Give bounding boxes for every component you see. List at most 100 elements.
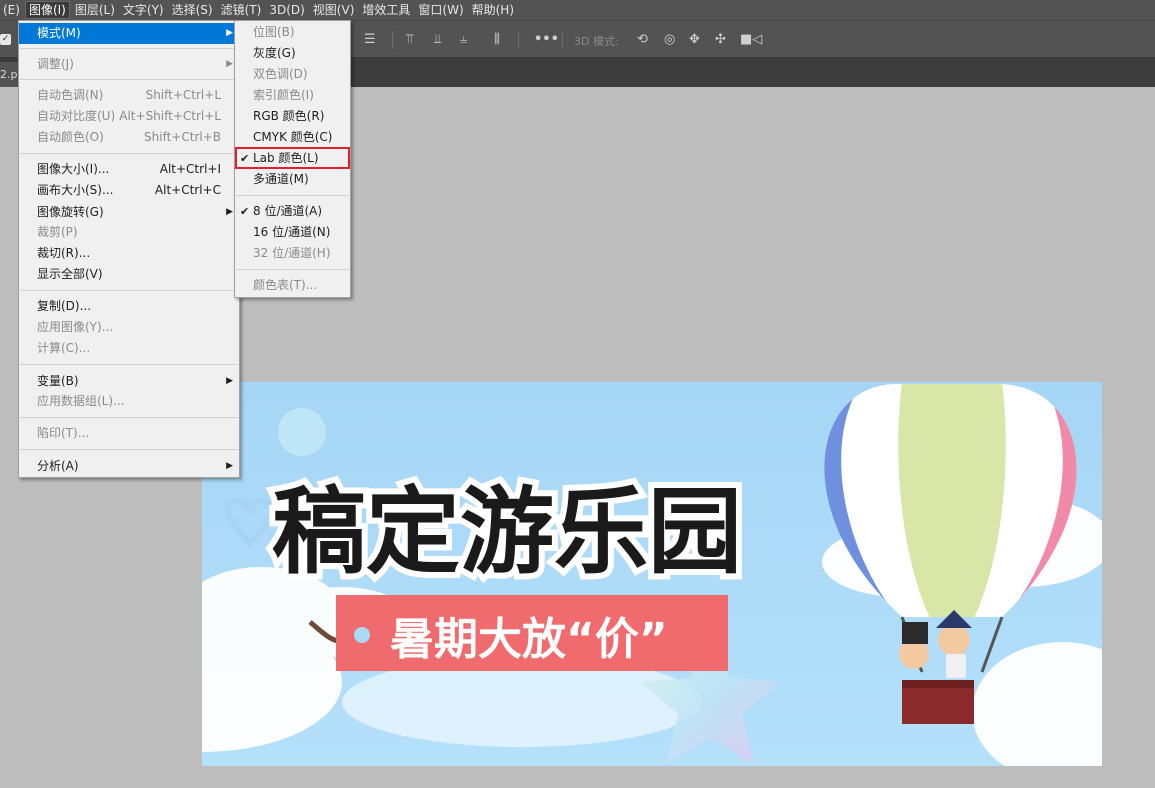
menu-item-shortcut: Alt+Ctrl+C — [154, 183, 221, 197]
roll-icon[interactable]: ◎ — [664, 33, 675, 47]
menu-item-calculations[interactable]: 计算(C)... — [19, 338, 239, 359]
menu-separator — [20, 364, 238, 365]
mode-item-cmyk-color[interactable]: CMYK 颜色(C) — [235, 127, 350, 148]
menu-item-label: 自动对比度(U) — [37, 109, 116, 123]
menu-bar: (E) 图像(I) 图层(L) 文字(Y) 选择(S) 滤镜(T) 3D(D) … — [0, 0, 1155, 20]
menu-item-label: 计算(C)... — [37, 341, 91, 355]
mode-item-rgb-color[interactable]: RGB 颜色(R) — [235, 106, 350, 127]
menu-edit[interactable]: (E) — [0, 1, 23, 19]
align-middle-icon[interactable]: ⫫ — [434, 33, 441, 47]
mode-submenu: 位图(B) 灰度(G) 双色调(D) 索引颜色(I) RGB 颜色(R) CMY… — [234, 20, 351, 298]
mode-item-32-bit[interactable]: 32 位/通道(H) — [235, 243, 350, 264]
menu-item-mode[interactable]: 模式(M) ▶ — [19, 23, 239, 44]
menu-item-reveal-all[interactable]: 显示全部(V) — [19, 264, 239, 285]
mode-item-8-bit[interactable]: ✔ 8 位/通道(A) — [235, 201, 350, 222]
menu-item-label: 画布大小(S)... — [37, 183, 114, 197]
menu-item-shortcut: Alt+Shift+Ctrl+L — [119, 109, 221, 123]
menu-item-label: 陷印(T)... — [37, 426, 90, 440]
menu-item-label: 多通道(M) — [253, 172, 309, 186]
menu-item-analysis[interactable]: 分析(A) ▶ — [19, 456, 239, 477]
mode-item-multichannel[interactable]: 多通道(M) — [235, 169, 350, 190]
menu-item-label: 8 位/通道(A) — [253, 204, 323, 218]
mode-item-duotone[interactable]: 双色调(D) — [235, 64, 350, 85]
menu-layer[interactable]: 图层(L) — [72, 1, 118, 19]
menu-3d[interactable]: 3D(D) — [266, 1, 307, 19]
toolbar-divider — [518, 31, 519, 49]
mode-item-color-table[interactable]: 颜色表(T)... — [235, 275, 350, 296]
menu-window[interactable]: 窗口(W) — [415, 1, 466, 19]
menu-item-trim[interactable]: 裁切(R)... — [19, 243, 239, 264]
document-tab[interactable]: 2.ps — [0, 62, 18, 87]
menu-item-trap[interactable]: 陷印(T)... — [19, 423, 239, 444]
menu-item-apply-image[interactable]: 应用图像(Y)... — [19, 317, 239, 338]
menu-item-label: CMYK 颜色(C) — [253, 130, 333, 144]
menu-item-label: 变量(B) — [37, 374, 79, 388]
menu-item-shortcut: Alt+Ctrl+I — [159, 162, 221, 176]
menu-help[interactable]: 帮助(H) — [469, 1, 517, 19]
menu-item-label: 16 位/通道(N) — [253, 225, 331, 239]
image-menu: 模式(M) ▶ 调整(J) ▶ 自动色调(N) Shift+Ctrl+L 自动对… — [18, 20, 240, 478]
menu-filter[interactable]: 滤镜(T) — [218, 1, 265, 19]
submenu-arrow-icon: ▶ — [226, 59, 233, 69]
menu-item-label: RGB 颜色(R) — [253, 109, 325, 123]
menu-item-label: 自动色调(N) — [37, 88, 104, 102]
menu-item-shortcut: Shift+Ctrl+L — [145, 88, 221, 102]
menu-view[interactable]: 视图(V) — [310, 1, 358, 19]
menu-separator — [20, 417, 238, 418]
align-top-icon[interactable]: ⫪ — [406, 33, 413, 47]
align-bottom-icon[interactable]: ⫨ — [460, 33, 467, 47]
canvas[interactable]: 稿定游乐园 暑期大放“价” — [202, 382, 1102, 766]
menu-item-crop[interactable]: 裁剪(P) — [19, 222, 239, 243]
banner-subtitle: 暑期大放“价” — [390, 614, 668, 665]
distribute-icon[interactable]: ⫼ — [494, 33, 500, 47]
mode-item-16-bit[interactable]: 16 位/通道(N) — [235, 222, 350, 243]
orbit-icon[interactable]: ⟲ — [637, 33, 648, 47]
menu-item-apply-data-set[interactable]: 应用数据组(L)... — [19, 391, 239, 412]
menu-item-label: 双色调(D) — [253, 67, 308, 81]
camera-icon[interactable]: ■◁ — [740, 33, 762, 47]
banner-title: 稿定游乐园 — [272, 478, 742, 587]
menu-item-label: 调整(J) — [37, 57, 74, 71]
pan-icon[interactable]: ✥ — [689, 33, 700, 47]
highlight-annotation-box — [235, 147, 350, 169]
mode-item-indexed-color[interactable]: 索引颜色(I) — [235, 85, 350, 106]
toolbar-divider — [562, 31, 563, 49]
menu-item-image-size[interactable]: 图像大小(I)... Alt+Ctrl+I — [19, 159, 239, 180]
menu-item-label: 应用图像(Y)... — [37, 320, 114, 334]
menu-item-label: 颜色表(T)... — [253, 278, 318, 292]
menu-item-auto-contrast[interactable]: 自动对比度(U) Alt+Shift+Ctrl+L — [19, 106, 239, 127]
menu-separator — [20, 79, 238, 80]
menu-item-label: 图像旋转(G) — [37, 205, 104, 219]
menu-image[interactable]: 图像(I) — [24, 1, 70, 19]
menu-item-label: 裁剪(P) — [37, 225, 78, 239]
menu-item-shortcut: Shift+Ctrl+B — [144, 130, 221, 144]
menu-item-duplicate[interactable]: 复制(D)... — [19, 296, 239, 317]
mode-item-grayscale[interactable]: 灰度(G) — [235, 43, 350, 64]
menu-item-auto-color[interactable]: 自动颜色(O) Shift+Ctrl+B — [19, 127, 239, 148]
checkmark-icon: ✔ — [240, 205, 250, 218]
submenu-arrow-icon: ▶ — [226, 28, 233, 38]
menu-type[interactable]: 文字(Y) — [120, 1, 167, 19]
menu-item-auto-tone[interactable]: 自动色调(N) Shift+Ctrl+L — [19, 85, 239, 106]
auto-select-checkbox[interactable]: ✓ — [0, 34, 11, 45]
slide-icon[interactable]: ✣ — [715, 33, 726, 47]
menu-item-canvas-size[interactable]: 画布大小(S)... Alt+Ctrl+C — [19, 180, 239, 201]
align-icon[interactable]: ☰ — [364, 33, 376, 47]
mode-item-bitmap[interactable]: 位图(B) — [235, 22, 350, 43]
submenu-arrow-icon: ▶ — [226, 207, 233, 217]
menu-item-label: 32 位/通道(H) — [253, 246, 331, 260]
menu-item-label: 图像大小(I)... — [37, 162, 110, 176]
menu-item-label: 模式(M) — [37, 26, 81, 40]
menu-item-image-rotation[interactable]: 图像旋转(G) ▶ — [19, 202, 239, 223]
menu-separator — [20, 48, 238, 49]
menu-select[interactable]: 选择(S) — [169, 1, 216, 19]
menu-item-variables[interactable]: 变量(B) ▶ — [19, 371, 239, 392]
menu-item-adjustments[interactable]: 调整(J) ▶ — [19, 54, 239, 75]
menu-separator — [20, 449, 238, 450]
toolbar-divider — [392, 31, 393, 49]
menu-plugins[interactable]: 增效工具 — [359, 1, 413, 19]
menu-separator — [236, 195, 349, 196]
menu-separator — [20, 290, 238, 291]
more-icon[interactable]: ••• — [534, 33, 559, 47]
menu-item-label: 位图(B) — [253, 25, 295, 39]
